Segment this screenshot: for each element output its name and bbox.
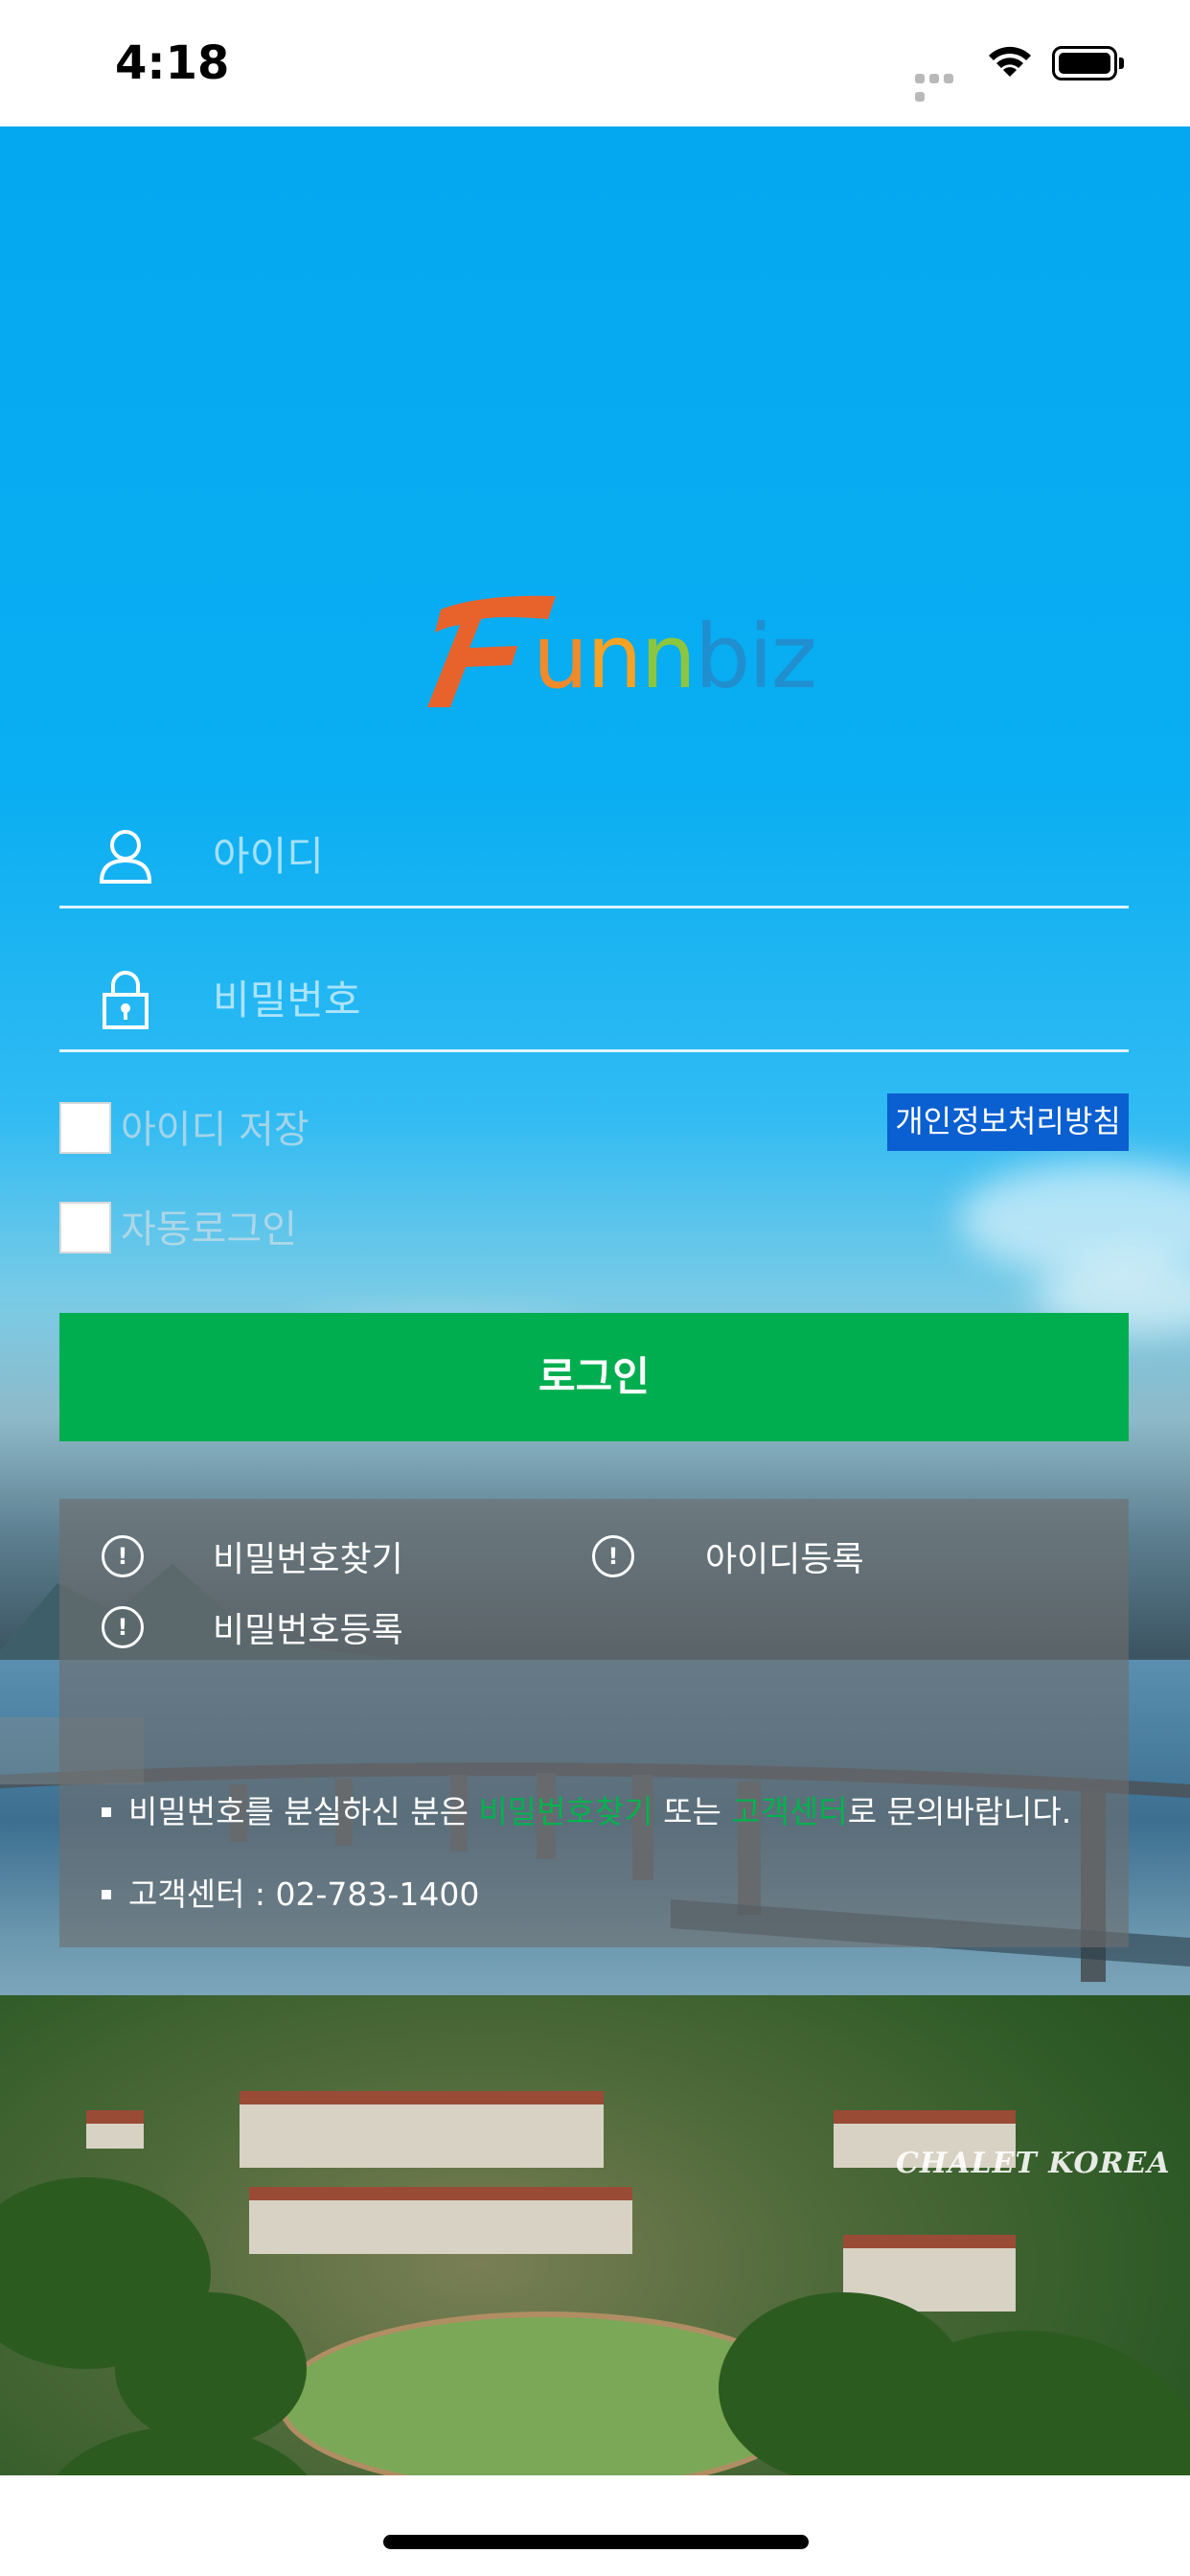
app-screen: 4:18 CHALET KOREA unnbiz 아이디 아이디 저장 개인정보… (0, 0, 1190, 2576)
save-id-label: 아이디 저장 (121, 1108, 309, 1152)
lost-password-notice: 비밀번호를 분실하신 분은 비밀번호찾기 또는 고객센터로 문의바랍니다. (102, 1786, 1071, 1832)
auto-login-label: 자동로그인 (121, 1208, 297, 1252)
logo-wordmark: Funnbiz (532, 606, 817, 708)
register-password-link[interactable]: ! 비밀번호등록 (102, 1602, 504, 1660)
wifi-icon (989, 46, 1031, 77)
signal-icon (915, 69, 971, 102)
password-field-row (59, 947, 1129, 1052)
password-input[interactable] (213, 966, 1075, 1033)
user-icon (99, 830, 152, 884)
privacy-policy-button[interactable]: 개인정보처리방침 (887, 1093, 1129, 1151)
lock-icon (103, 971, 149, 1029)
find-password-label: 비밀번호찾기 (213, 1540, 403, 1579)
background-photo: CHALET KOREA (0, 126, 1190, 2475)
alert-circle-icon: ! (102, 1535, 144, 1577)
home-indicator-area (0, 2475, 1190, 2576)
id-field-row (59, 803, 1129, 908)
id-input[interactable] (213, 822, 1075, 889)
notice-customer-center-link[interactable]: 고객센터 (731, 1793, 847, 1830)
watermark-text: CHALET KOREA (896, 2147, 1171, 2180)
help-panel: ! 비밀번호찾기 ! 아이디등록 ! 비밀번호등록 비밀번호를 분실하신 분은 … (59, 1499, 1129, 1947)
app-logo: Funnbiz (422, 586, 817, 711)
save-id-option[interactable]: 아이디 저장 (59, 1098, 462, 1156)
bullet-icon (102, 1806, 111, 1817)
alert-circle-icon: ! (592, 1535, 634, 1577)
auto-login-checkbox[interactable] (59, 1202, 111, 1254)
register-password-label: 비밀번호등록 (213, 1611, 403, 1650)
notice-find-password-link[interactable]: 비밀번호찾기 (478, 1793, 652, 1830)
register-id-link[interactable]: ! 아이디등록 (592, 1531, 995, 1589)
bullet-icon (102, 1889, 111, 1899)
customer-center-phone: 고객센터 : 02-783-1400 (128, 1875, 480, 1913)
alert-circle-icon: ! (102, 1606, 144, 1648)
status-time: 4:18 (115, 36, 230, 90)
customer-center-notice: 고객센터 : 02-783-1400 (102, 1869, 479, 1915)
status-bar: 4:18 (0, 0, 1190, 126)
find-password-link[interactable]: ! 비밀번호찾기 (102, 1531, 504, 1589)
register-id-label: 아이디등록 (705, 1540, 864, 1579)
home-indicator[interactable] (383, 2535, 809, 2549)
save-id-checkbox[interactable] (59, 1102, 111, 1154)
auto-login-option[interactable]: 자동로그인 (59, 1198, 462, 1255)
battery-icon (1052, 46, 1125, 80)
login-button[interactable]: 로그인 (59, 1313, 1129, 1441)
